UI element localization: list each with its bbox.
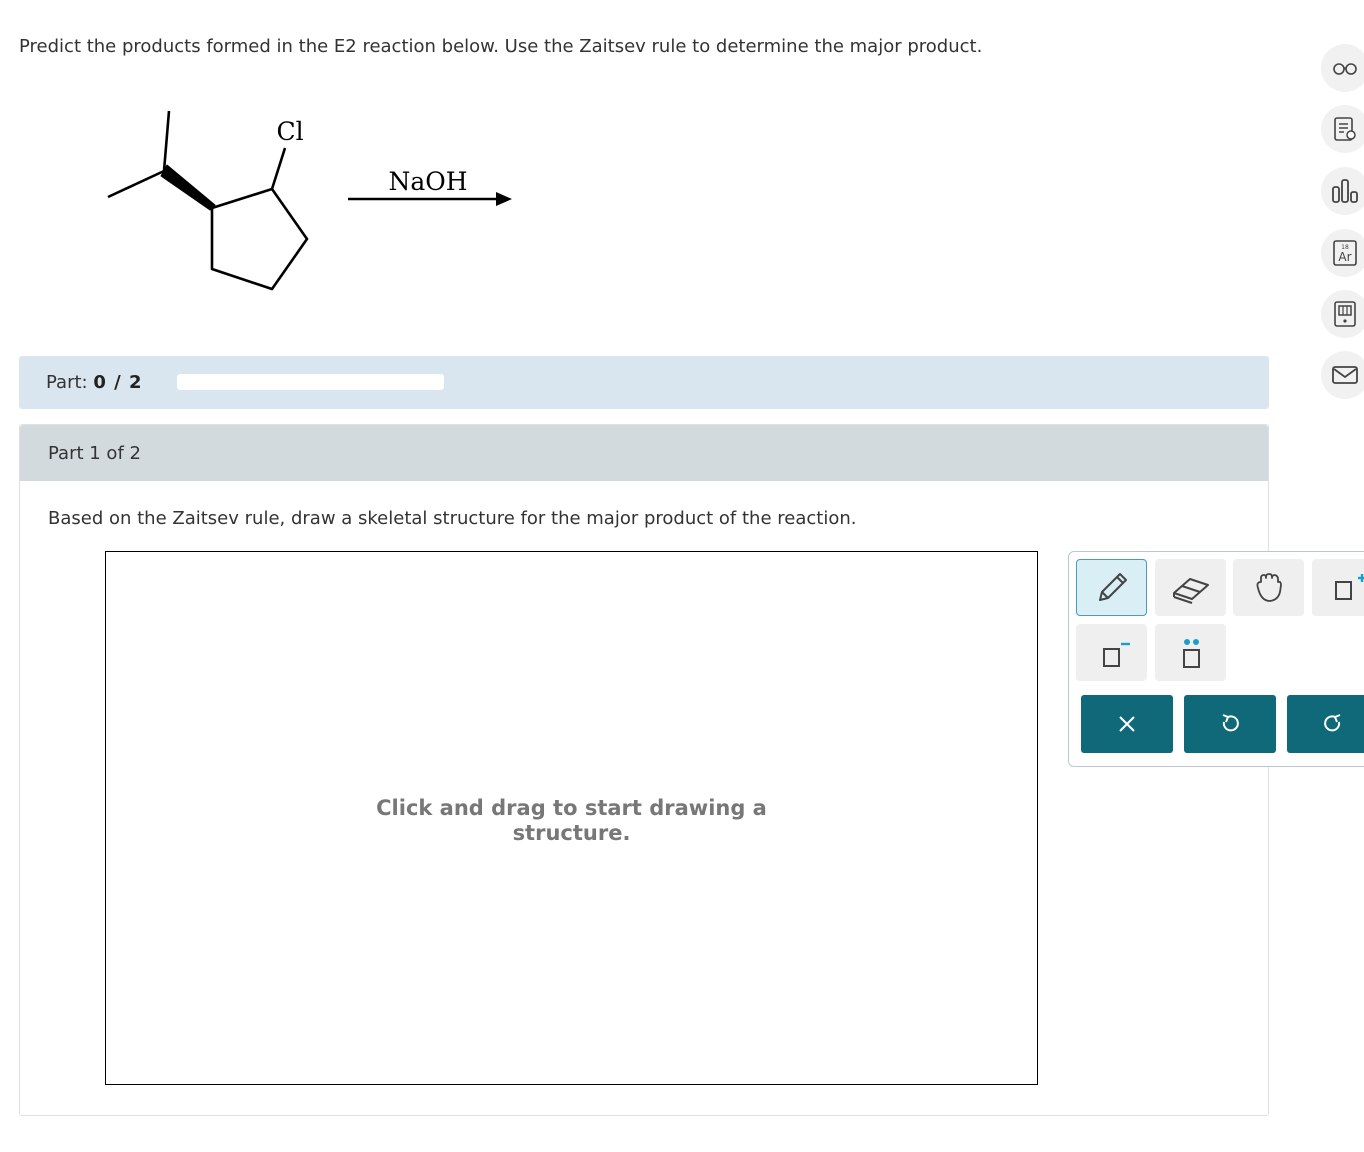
pencil-tool-button[interactable] bbox=[1076, 559, 1147, 616]
periodic-table-icon[interactable]: 18 Ar bbox=[1321, 229, 1364, 277]
lone-pair-tool-button[interactable] bbox=[1155, 624, 1226, 681]
arrow-head bbox=[496, 192, 512, 206]
chlorine-label: Cl bbox=[276, 117, 303, 146]
wedge-bond bbox=[160, 164, 216, 211]
glasses-icon[interactable] bbox=[1321, 44, 1364, 92]
reagent-label: NaOH bbox=[388, 167, 467, 196]
clear-icon bbox=[1119, 716, 1135, 732]
part-progress-value: 0 / 2 bbox=[93, 372, 143, 393]
canvas-hint: Click and drag to start drawing a struct… bbox=[106, 796, 1037, 846]
notes-icon[interactable] bbox=[1321, 105, 1364, 153]
question-text: Predict the products formed in the E2 re… bbox=[19, 36, 983, 57]
mail-icon[interactable] bbox=[1321, 351, 1364, 399]
bond bbox=[162, 110, 171, 172]
undo-button[interactable] bbox=[1184, 695, 1276, 753]
hand-tool-button[interactable] bbox=[1233, 559, 1304, 616]
canvas-hint-line1: Click and drag to start drawing a bbox=[376, 796, 767, 820]
redo-button[interactable] bbox=[1287, 695, 1364, 753]
reaction-scheme: Cl NaOH bbox=[90, 100, 530, 304]
negative-charge-tool-button[interactable] bbox=[1076, 624, 1147, 681]
part-label-text: Part: bbox=[46, 372, 88, 393]
canvas-hint-line2: structure. bbox=[512, 821, 631, 845]
periodic-symbol: Ar bbox=[1338, 250, 1351, 264]
add-charge-icon bbox=[1334, 573, 1364, 600]
pencil-icon bbox=[1098, 572, 1127, 601]
hand-icon bbox=[1256, 572, 1282, 602]
eraser-icon bbox=[1172, 577, 1209, 604]
chart-icon[interactable] bbox=[1321, 167, 1364, 215]
cyclopentane-ring bbox=[210, 187, 309, 291]
drawing-canvas[interactable]: Click and drag to start drawing a struct… bbox=[105, 551, 1038, 1085]
part-progress-label: Part: 0 / 2 bbox=[46, 372, 143, 393]
bond bbox=[107, 169, 165, 199]
progress-track bbox=[177, 374, 444, 390]
calculator-icon[interactable] bbox=[1321, 290, 1364, 338]
redo-icon bbox=[1324, 714, 1341, 732]
negative-charge-icon bbox=[1102, 642, 1130, 667]
part-panel: Part 1 of 2 Based on the Zaitsev rule, d… bbox=[19, 424, 1269, 1116]
eraser-tool-button[interactable] bbox=[1155, 559, 1226, 616]
undo-icon bbox=[1222, 714, 1239, 732]
part-header-title: Part 1 of 2 bbox=[48, 443, 141, 464]
part-instruction: Based on the Zaitsev rule, draw a skelet… bbox=[48, 508, 857, 529]
drawing-toolbox bbox=[1068, 551, 1364, 767]
add-charge-tool-button[interactable] bbox=[1312, 559, 1364, 616]
bond bbox=[270, 147, 287, 190]
part-header: Part 1 of 2 bbox=[20, 425, 1268, 481]
part-progress-bar: Part: 0 / 2 bbox=[19, 356, 1269, 409]
lone-pair-icon bbox=[1182, 638, 1200, 668]
clear-button[interactable] bbox=[1081, 695, 1173, 753]
